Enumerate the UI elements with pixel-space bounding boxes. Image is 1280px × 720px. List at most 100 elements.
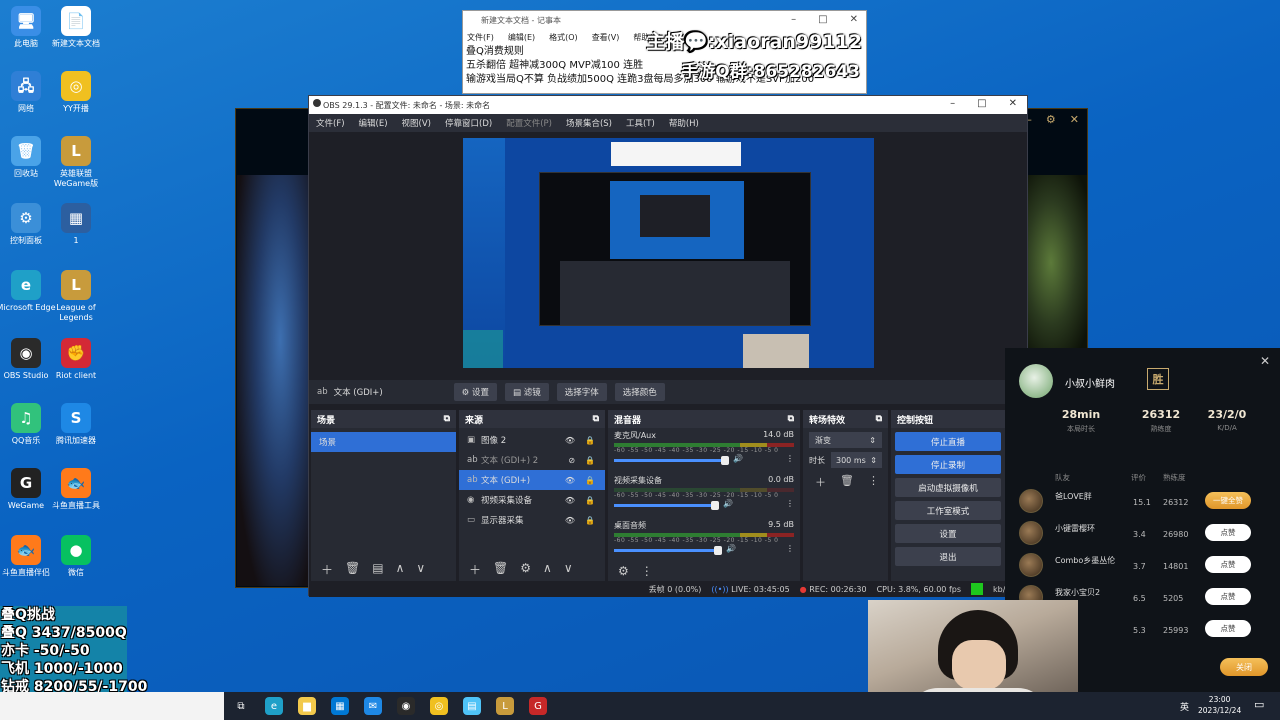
speaker-icon[interactable]: 🔊	[733, 454, 743, 463]
add-icon[interactable]: ＋	[815, 474, 826, 490]
more-icon[interactable]: ⋮	[641, 564, 653, 578]
obs-menu-item[interactable]: 文件(F)	[309, 117, 352, 129]
obs-menu-item[interactable]: 停靠窗口(D)	[438, 117, 499, 129]
desktop-icon[interactable]: 🐟 斗鱼直播工具	[46, 468, 106, 511]
trash-icon[interactable]: 🗑	[345, 561, 360, 578]
more-icon[interactable]: ⋮	[786, 544, 794, 553]
eye-icon[interactable]: 👁	[565, 496, 575, 505]
input-language[interactable]: 英	[1180, 700, 1189, 713]
like-button[interactable]: 点赞	[1205, 556, 1251, 573]
gear-icon[interactable]: ⚙	[618, 564, 629, 578]
source-item[interactable]: ab 文本 (GDI+) 2 ⊘ 🔒	[459, 450, 605, 470]
desktop-icon[interactable]: ● 微信	[46, 535, 106, 578]
desktop-icon[interactable]: L 英雄联盟WeGame版	[46, 136, 106, 189]
notepad-menu-edit[interactable]: 编辑(E)	[508, 32, 535, 43]
trash-icon[interactable]: 🗑	[840, 474, 854, 490]
yy-icon[interactable]: ◎	[430, 697, 448, 715]
notification-icon[interactable]: ▭	[1254, 698, 1264, 711]
undock-icon[interactable]: ⧉	[593, 414, 599, 424]
mail-icon[interactable]: ✉	[364, 697, 382, 715]
desktop-icon[interactable]: S 腾讯加速器	[46, 403, 106, 446]
app-icon[interactable]: ▤	[463, 697, 481, 715]
like-button[interactable]: 点赞	[1205, 620, 1251, 637]
eye-off-icon[interactable]: ⊘	[568, 456, 575, 465]
control-button[interactable]: 启动虚拟摄像机	[895, 478, 1001, 497]
trash-icon[interactable]: 🗑	[493, 561, 508, 578]
control-button[interactable]: 退出	[895, 547, 1001, 566]
undock-icon[interactable]: ⧉	[876, 414, 882, 424]
volume-slider[interactable]	[614, 456, 729, 465]
obs-menu-item[interactable]: 帮助(H)	[662, 117, 706, 129]
minimize-icon[interactable]: –	[791, 14, 796, 25]
close-icon[interactable]: ✕	[850, 14, 858, 25]
file-explorer-icon[interactable]: ▆	[298, 697, 316, 715]
obs-menu-item[interactable]: 工具(T)	[619, 117, 662, 129]
close-icon[interactable]: ✕	[1260, 354, 1270, 368]
lol-client-icon[interactable]: L	[496, 697, 514, 715]
task-view-icon[interactable]: ⧉	[232, 697, 250, 715]
source-item[interactable]: ▣ 图像 2 👁 🔒	[459, 430, 605, 450]
add-icon[interactable]: ＋	[469, 561, 481, 578]
desktop-icon[interactable]: ◎ YY开播	[46, 71, 106, 114]
desktop-icon[interactable]: ✊ Riot client	[46, 338, 106, 381]
close-popup-button[interactable]: 关闭	[1220, 658, 1268, 676]
arrow-up-icon[interactable]: ∧	[543, 561, 552, 578]
lock-icon[interactable]: 🔒	[585, 516, 595, 525]
more-icon[interactable]: ⋮	[868, 474, 879, 490]
obs-menu-item[interactable]: 编辑(E)	[352, 117, 395, 129]
volume-slider[interactable]	[614, 546, 722, 555]
eye-icon[interactable]: 👁	[565, 436, 575, 445]
notepad-window[interactable]: 新建文本文档 - 记事本 – □ ✕ 文件(F) 编辑(E) 格式(O) 查看(…	[462, 10, 867, 94]
obs-menu-item[interactable]: 配置文件(P)	[499, 117, 559, 129]
arrow-down-icon[interactable]: ∨	[564, 561, 573, 578]
clock[interactable]: 23:00 2023/12/24	[1198, 694, 1241, 716]
source-item[interactable]: ▭ 显示器采集 👁 🔒	[459, 510, 605, 530]
gear-icon[interactable]: ⚙	[520, 561, 531, 578]
lock-icon[interactable]: 🔒	[585, 456, 595, 465]
edge-icon[interactable]: e	[265, 697, 283, 715]
obs-menu-item[interactable]: 场景集合(S)	[559, 117, 619, 129]
close-icon[interactable]: ✕	[1009, 98, 1017, 109]
like-all-button[interactable]: 一键全赞	[1205, 492, 1251, 509]
notepad-menu-view[interactable]: 查看(V)	[592, 32, 620, 43]
maximize-icon[interactable]: □	[977, 98, 986, 109]
control-button[interactable]: 设置	[895, 524, 1001, 543]
like-button[interactable]: 点赞	[1205, 588, 1251, 605]
filters-button[interactable]: ▤ 滤镜	[504, 383, 549, 401]
eye-icon[interactable]: 👁	[565, 516, 575, 525]
transition-select[interactable]: 渐变 ⇕	[809, 432, 882, 448]
control-button[interactable]: 停止录制	[895, 455, 1001, 474]
select-color-button[interactable]: 选择颜色	[614, 383, 665, 401]
control-button[interactable]: 停止直播	[895, 432, 1001, 451]
control-button[interactable]: 工作室模式	[895, 501, 1001, 520]
properties-button[interactable]: ⚙ 设置	[453, 383, 497, 401]
source-item[interactable]: ab 文本 (GDI+) 👁 🔒	[459, 470, 605, 490]
desktop-icon[interactable]: 📄 新建文本文档	[46, 6, 106, 49]
desktop-icon[interactable]: L League of Legends	[46, 270, 106, 323]
undock-icon[interactable]: ⧉	[788, 414, 794, 424]
add-icon[interactable]: ＋	[321, 561, 333, 578]
speaker-icon[interactable]: 🔊	[723, 499, 733, 508]
gear-icon[interactable]: ⚙	[1046, 113, 1056, 126]
undock-icon[interactable]: ⧉	[444, 414, 450, 424]
lock-icon[interactable]: 🔒	[585, 496, 595, 505]
store-icon[interactable]: ▦	[331, 697, 349, 715]
obs-titlebar[interactable]: OBS 29.1.3 - 配置文件: 未命名 - 场景: 未命名 – □ ✕	[309, 96, 1027, 114]
more-icon[interactable]: ⋮	[786, 499, 794, 508]
notepad-menu-file[interactable]: 文件(F)	[467, 32, 494, 43]
duration-spinbox[interactable]: 300 ms ⇕	[831, 452, 882, 468]
obs-preview-canvas[interactable]	[463, 138, 874, 368]
lock-icon[interactable]: 🔒	[585, 476, 595, 485]
obs-window[interactable]: OBS 29.1.3 - 配置文件: 未命名 - 场景: 未命名 – □ ✕ 文…	[308, 95, 1029, 597]
notepad-menu-format[interactable]: 格式(O)	[549, 32, 578, 43]
arrow-down-icon[interactable]: ∨	[416, 561, 425, 578]
desktop-icon[interactable]: ▦ 1	[46, 203, 106, 246]
like-button[interactable]: 点赞	[1205, 524, 1251, 541]
filter-icon[interactable]: ▤	[372, 561, 383, 578]
lock-icon[interactable]: 🔒	[585, 436, 595, 445]
scene-item[interactable]: 场景	[311, 432, 456, 452]
maximize-icon[interactable]: □	[818, 14, 827, 25]
more-icon[interactable]: ⋮	[786, 454, 794, 463]
taskbar-search-box[interactable]	[0, 692, 224, 720]
source-item[interactable]: ◉ 视频采集设备 👁 🔒	[459, 490, 605, 510]
